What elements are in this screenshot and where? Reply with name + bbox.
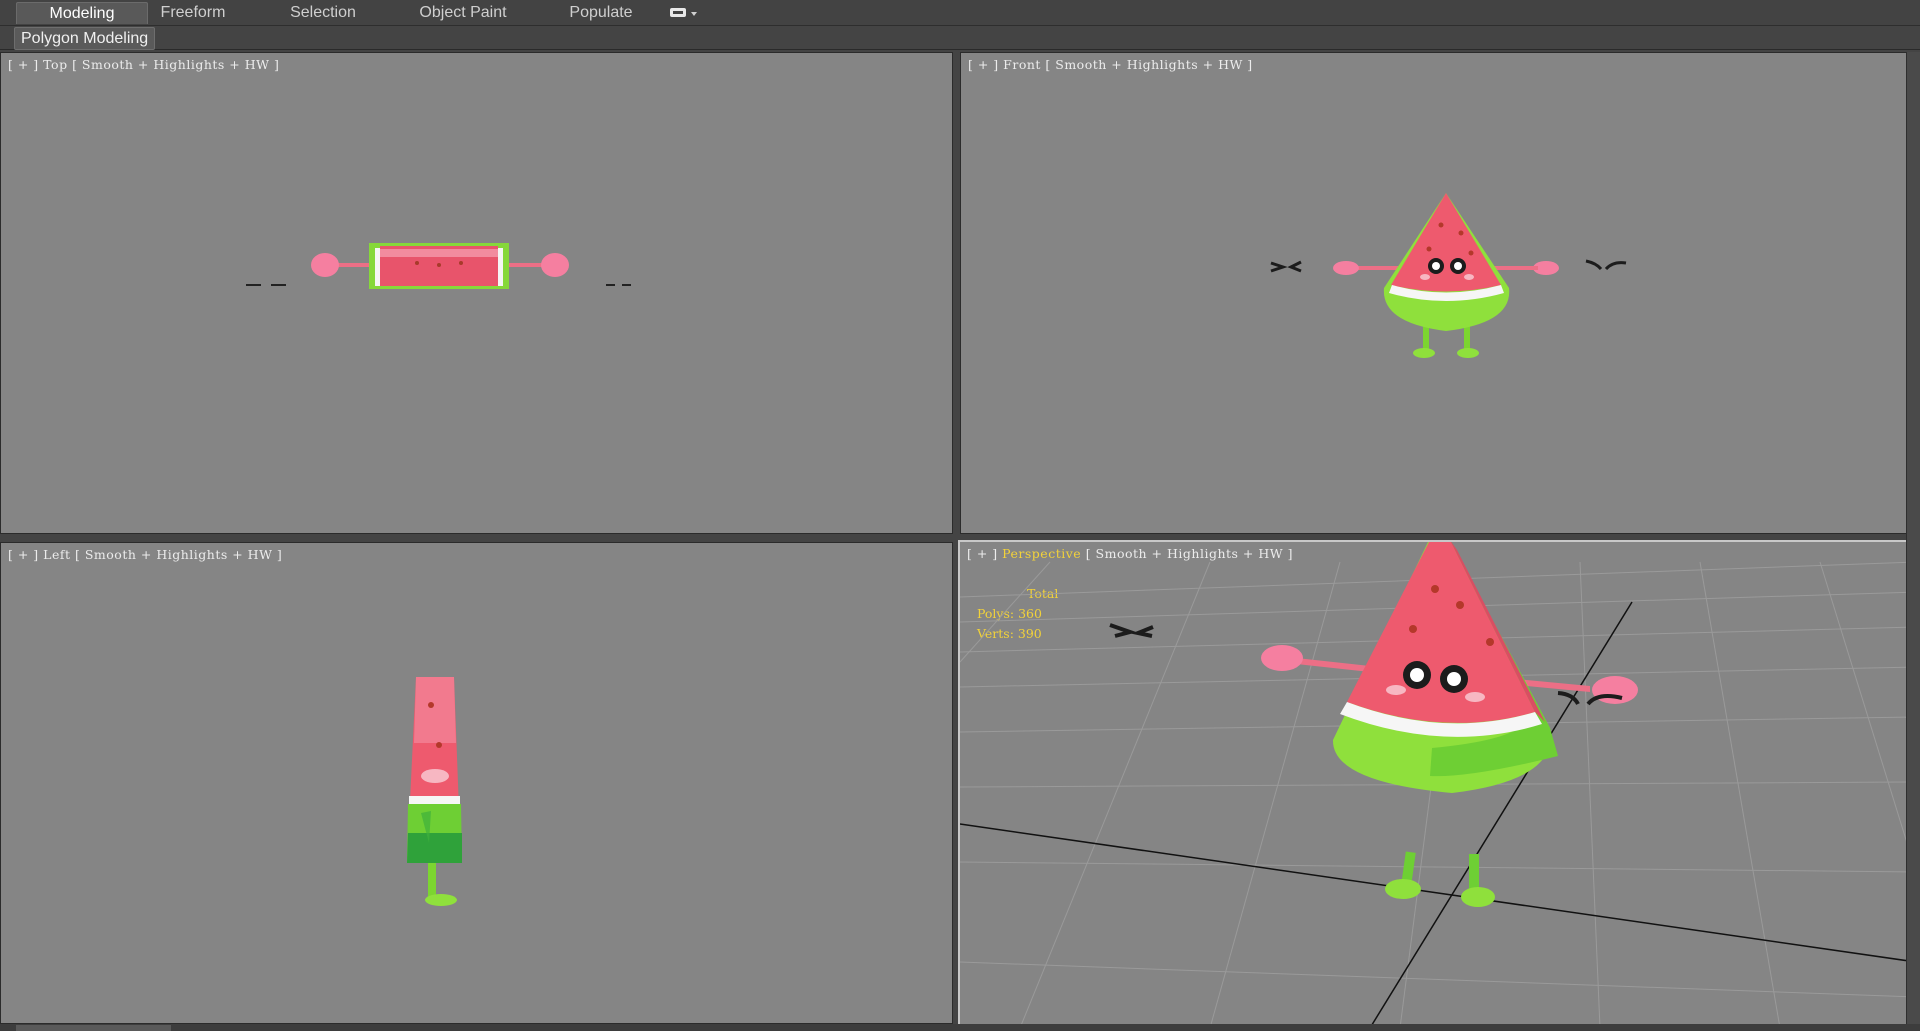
viewport-perspective[interactable]: [ + ] Perspective [ Smooth + Highlights … [958,540,1914,1026]
perspective-scene [960,542,1912,1024]
time-slider-strip [0,1024,1920,1031]
left-view-model [407,677,462,906]
viewport-top[interactable]: [ + ] Top [ Smooth + Highlights + HW ] [0,52,953,534]
ribbon-panel-bar: Polygon Modeling [0,26,1920,50]
right-panel-edge[interactable] [1906,52,1920,1031]
viewport-left[interactable]: [ + ] Left [ Smooth + Highlights + HW ] [0,542,953,1024]
time-slider-handle[interactable] [16,1025,171,1031]
top-view-model [246,243,631,289]
tab-freeform[interactable]: Freeform [148,2,238,23]
viewport-front[interactable]: [ + ] Front [ Smooth + Highlights + HW ] [960,52,1912,534]
front-view-model [1270,193,1627,358]
polygon-modeling-panel[interactable]: Polygon Modeling [14,27,156,50]
ribbon-tab-bar: Modeling Freeform Selection Object Paint… [0,0,1920,26]
3dsmax-window: Modeling Freeform Selection Object Paint… [0,0,1920,1031]
tab-modeling[interactable]: Modeling [16,2,148,24]
tab-object-paint[interactable]: Object Paint [408,2,518,23]
ribbon-options-dropdown-icon[interactable] [668,5,700,21]
tab-populate[interactable]: Populate [556,2,646,23]
tab-selection[interactable]: Selection [278,2,368,23]
